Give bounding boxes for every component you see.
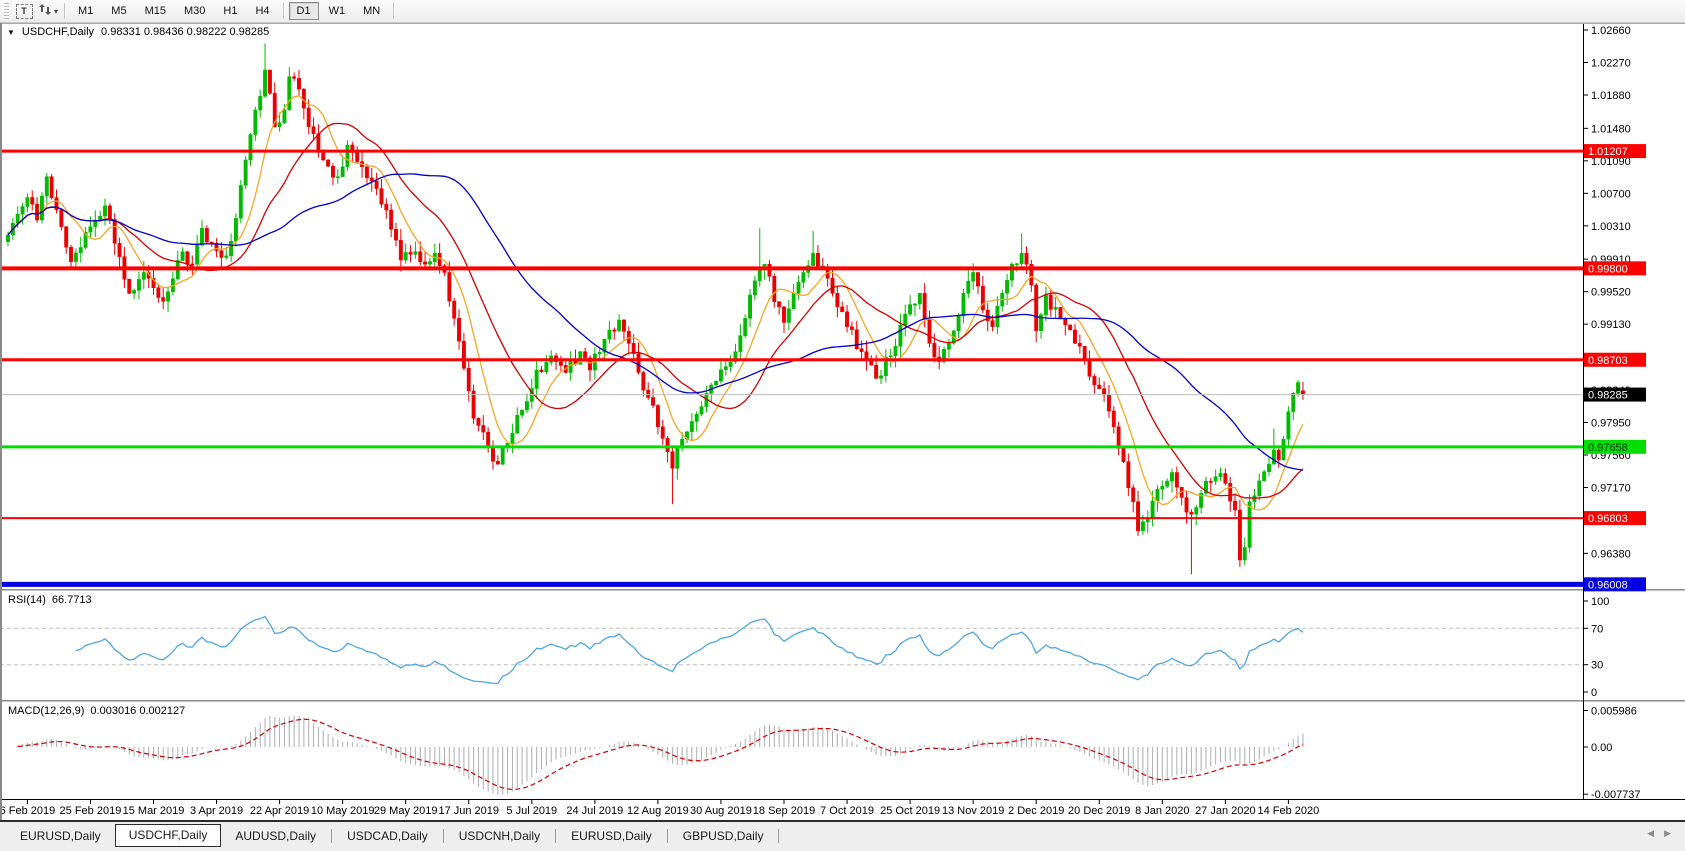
- svg-text:30: 30: [1591, 660, 1603, 672]
- svg-text:22 Apr 2019: 22 Apr 2019: [250, 805, 309, 817]
- tabs-scroll-left-icon[interactable]: ◀: [1647, 828, 1654, 839]
- svg-text:1.01880: 1.01880: [1591, 90, 1631, 102]
- arrange-arrows-icon: [38, 3, 52, 19]
- svg-text:0.97658: 0.97658: [1588, 442, 1628, 454]
- svg-text:29 May 2019: 29 May 2019: [374, 805, 438, 817]
- svg-text:0.96380: 0.96380: [1591, 548, 1631, 560]
- tab-separator: [778, 829, 779, 843]
- svg-text:0.96008: 0.96008: [1588, 579, 1628, 591]
- rsi-indicator-label: RSI(14) 66.7713: [8, 594, 92, 606]
- macd-name: MACD(12,26,9): [8, 705, 84, 717]
- svg-text:20 Dec 2019: 20 Dec 2019: [1068, 805, 1130, 817]
- svg-text:1.02660: 1.02660: [1591, 25, 1631, 37]
- svg-text:70: 70: [1591, 623, 1603, 635]
- tab-separator: [443, 829, 444, 843]
- rsi-name: RSI(14): [8, 594, 46, 606]
- timeframe-button-M5[interactable]: M5: [103, 2, 134, 20]
- toolbar-separator: [64, 3, 65, 19]
- svg-text:14 Feb 2020: 14 Feb 2020: [1258, 805, 1320, 817]
- top-toolbar: T ▾ M1M5M15M30H1H4 D1W1MN: [0, 0, 1685, 23]
- svg-text:25 Oct 2019: 25 Oct 2019: [880, 805, 940, 817]
- svg-text:0.00: 0.00: [1591, 742, 1612, 754]
- svg-text:17 Jun 2019: 17 Jun 2019: [438, 805, 499, 817]
- svg-text:0.97170: 0.97170: [1591, 483, 1631, 495]
- chart-tabs: EURUSD,DailyUSDCHF,DailyAUDUSD,DailyUSDC…: [0, 825, 1647, 848]
- svg-text:0.99520: 0.99520: [1591, 287, 1631, 299]
- svg-text:0.005986: 0.005986: [1591, 705, 1637, 717]
- timeframe-button-H1[interactable]: H1: [215, 2, 245, 20]
- svg-text:0.98703: 0.98703: [1588, 355, 1628, 367]
- svg-text:12 Aug 2019: 12 Aug 2019: [627, 805, 689, 817]
- svg-text:2 Dec 2019: 2 Dec 2019: [1008, 805, 1064, 817]
- timeframe-button-M30[interactable]: M30: [176, 2, 213, 20]
- macd-values: 0.003016 0.002127: [90, 705, 185, 717]
- chart-tab-usdchf-1[interactable]: USDCHF,Daily: [115, 824, 222, 847]
- svg-text:0.98285: 0.98285: [1588, 390, 1628, 402]
- tabs-scroll-right-icon[interactable]: ▶: [1664, 828, 1671, 839]
- toolbar-separator: [283, 3, 284, 19]
- svg-text:0.99800: 0.99800: [1588, 263, 1628, 275]
- symbol-dropdown-icon[interactable]: ▼: [7, 28, 15, 37]
- svg-text:1.02270: 1.02270: [1591, 58, 1631, 70]
- dropdown-caret-icon: ▾: [54, 7, 58, 16]
- chart-tab-eurusd-5[interactable]: EURUSD,Daily: [557, 825, 666, 848]
- svg-text:7 Oct 2019: 7 Oct 2019: [820, 805, 874, 817]
- tab-separator: [667, 829, 668, 843]
- svg-text:5 Jul 2019: 5 Jul 2019: [506, 805, 557, 817]
- chart-tab-audusd-2[interactable]: AUDUSD,Daily: [221, 825, 330, 848]
- svg-text:13 Nov 2019: 13 Nov 2019: [942, 805, 1004, 817]
- chart-canvas: 1.026601.022701.018801.014801.010901.007…: [0, 0, 1685, 849]
- toolbar-grip[interactable]: [4, 3, 9, 19]
- timeframe-button-D1[interactable]: D1: [289, 2, 319, 20]
- tab-separator: [331, 829, 332, 843]
- arrange-arrows-button[interactable]: ▾: [37, 1, 59, 21]
- chart-tab-gbpusd-6[interactable]: GBPUSD,Daily: [669, 825, 778, 848]
- svg-text:24 Jul 2019: 24 Jul 2019: [566, 805, 623, 817]
- svg-text:1.01480: 1.01480: [1591, 123, 1631, 135]
- svg-text:3 Apr 2019: 3 Apr 2019: [190, 805, 243, 817]
- chart-titlebar: ▼ USDCHF,Daily 0.98331 0.98436 0.98222 0…: [7, 25, 269, 39]
- timeframe-button-W1[interactable]: W1: [321, 2, 354, 20]
- text-tool-icon: T: [16, 4, 33, 19]
- timeframe-button-M15[interactable]: M15: [137, 2, 174, 20]
- rsi-value: 66.7713: [52, 594, 92, 606]
- svg-text:100: 100: [1591, 596, 1609, 608]
- svg-text:27 Jan 2020: 27 Jan 2020: [1195, 805, 1256, 817]
- chart-tab-usdcnh-4[interactable]: USDCNH,Daily: [445, 825, 554, 848]
- svg-text:1.00700: 1.00700: [1591, 188, 1631, 200]
- timeframe-button-H4[interactable]: H4: [247, 2, 277, 20]
- svg-text:0.97950: 0.97950: [1591, 418, 1631, 430]
- svg-text:0.99130: 0.99130: [1591, 319, 1631, 331]
- chart-tab-eurusd-0[interactable]: EURUSD,Daily: [6, 825, 115, 848]
- svg-text:0.96803: 0.96803: [1588, 513, 1628, 525]
- svg-text:15 Mar 2019: 15 Mar 2019: [123, 805, 185, 817]
- svg-text:1.00310: 1.00310: [1591, 221, 1631, 233]
- svg-text:25 Feb 2019: 25 Feb 2019: [60, 805, 122, 817]
- svg-text:6 Feb 2019: 6 Feb 2019: [0, 805, 55, 817]
- chart-tab-usdcad-3[interactable]: USDCAD,Daily: [333, 825, 442, 848]
- timeframe-button-M1[interactable]: M1: [70, 2, 101, 20]
- tab-separator: [555, 829, 556, 843]
- toolbar-separator: [393, 3, 394, 19]
- svg-text:30 Aug 2019: 30 Aug 2019: [690, 805, 752, 817]
- timeframe-buttons: M1M5M15M30H1H4 D1W1MN: [69, 2, 389, 20]
- svg-text:10 May 2019: 10 May 2019: [311, 805, 375, 817]
- svg-text:-0.007737: -0.007737: [1591, 789, 1641, 801]
- chart-tab-bar: EURUSD,DailyUSDCHF,DailyAUDUSD,DailyUSDC…: [0, 820, 1685, 851]
- macd-indicator-label: MACD(12,26,9) 0.003016 0.002127: [8, 705, 185, 717]
- svg-text:1.01207: 1.01207: [1588, 146, 1628, 158]
- chart-ohlc-values: 0.98331 0.98436 0.98222 0.98285: [101, 26, 269, 38]
- chart-symbol-title: USDCHF,Daily: [22, 26, 94, 38]
- svg-text:0: 0: [1591, 687, 1597, 699]
- svg-text:18 Sep 2019: 18 Sep 2019: [753, 805, 815, 817]
- chart-window-left-border: [0, 22, 2, 849]
- svg-text:8 Jan 2020: 8 Jan 2020: [1135, 805, 1189, 817]
- text-tool-button[interactable]: T: [13, 1, 35, 21]
- timeframe-button-MN[interactable]: MN: [355, 2, 388, 20]
